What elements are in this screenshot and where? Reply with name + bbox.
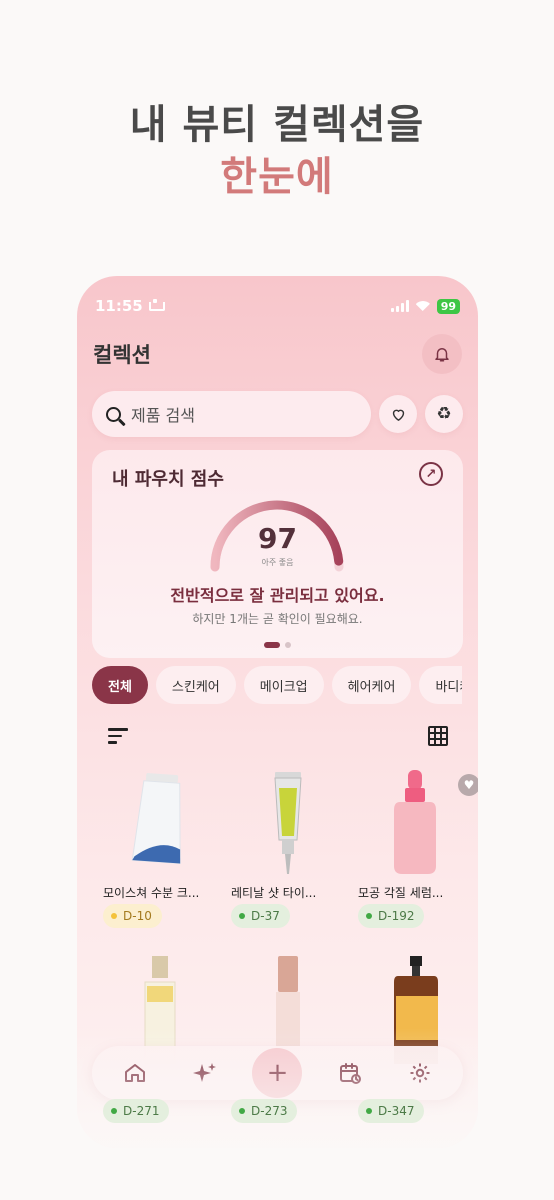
pouch-score-card[interactable]: 내 파우치 점수 ↗ 97 아주 좋음 전반적으로 잘 관리되고 있어요. 하지… <box>92 450 463 658</box>
product-image <box>229 768 347 876</box>
product-name: 레티날 샷 타이... <box>231 886 317 900</box>
expiry-label: D-271 <box>123 1104 160 1118</box>
sparkle-icon <box>192 1063 216 1082</box>
status-dot-icon <box>366 1108 372 1114</box>
status-dot-icon <box>366 913 372 919</box>
score-value: 97 <box>258 522 297 555</box>
page-title: 컬렉션 <box>93 343 151 367</box>
score-card-title: 내 파우치 점수 <box>112 469 224 490</box>
category-chips: 전체스킨케어메이크업헤어케어바디케어 <box>92 666 462 704</box>
expiry-badge: D-192 <box>358 904 425 928</box>
category-chip[interactable]: 바디케어 <box>419 666 462 704</box>
expiry-badge: D-37 <box>231 904 290 928</box>
arrow-up-right-icon[interactable]: ↗ <box>419 462 443 486</box>
calendar-icon <box>340 1063 362 1084</box>
status-dot-icon <box>239 913 245 919</box>
score-message: 전반적으로 잘 관리되고 있어요. <box>170 586 385 605</box>
expiry-label: D-273 <box>251 1104 288 1118</box>
search-row: 제품 검색 ♻ <box>92 391 463 437</box>
phone-screen: 11:55 99 컬렉션 제품 검색 ♻ 내 파우치 점수 ↗ 97 아주 좋음… <box>77 276 478 1148</box>
product-card[interactable]: 모이스쳐 수분 크... D-10 <box>101 768 219 938</box>
status-time: 11:55 <box>95 297 143 315</box>
expiry-badge: D-273 <box>231 1099 298 1123</box>
status-dot-icon <box>111 1108 117 1114</box>
recycle-button[interactable]: ♻ <box>425 395 463 433</box>
category-scroller[interactable]: 전체스킨케어메이크업헤어케어바디케어 <box>92 660 462 710</box>
sort-icon[interactable] <box>108 728 128 744</box>
expiry-badge: D-10 <box>103 904 162 928</box>
search-placeholder: 제품 검색 <box>131 406 195 425</box>
category-chip[interactable]: 메이크업 <box>243 666 324 704</box>
expiry-label: D-10 <box>123 909 152 923</box>
nav-settings[interactable] <box>398 1051 442 1095</box>
signal-icon <box>390 300 409 312</box>
search-icon <box>106 406 121 422</box>
headline-line-2: 한눈에 <box>220 154 334 200</box>
category-chip[interactable]: 헤어케어 <box>331 666 412 704</box>
expiry-label: D-192 <box>378 909 415 923</box>
favorite-heart-icon[interactable]: ♥ <box>458 774 478 796</box>
home-icon <box>124 1064 145 1082</box>
status-dot-icon <box>239 1108 245 1114</box>
bell-icon <box>435 348 449 362</box>
bottom-nav: + <box>92 1046 463 1100</box>
settings-icon <box>410 1063 430 1083</box>
expiry-badge: D-271 <box>103 1099 170 1123</box>
status-dot-icon <box>111 913 117 919</box>
grid-view-icon[interactable] <box>428 726 448 746</box>
battery-icon: 99 <box>436 298 460 314</box>
favorites-button[interactable] <box>379 395 417 433</box>
product-name: 모이스쳐 수분 크... <box>103 886 200 900</box>
heart-icon <box>392 409 404 421</box>
category-chip[interactable]: 전체 <box>92 666 148 704</box>
search-input[interactable]: 제품 검색 <box>92 391 371 437</box>
add-icon: + <box>266 1058 289 1088</box>
category-chip[interactable]: 스킨케어 <box>155 666 236 704</box>
wifi-icon <box>416 301 430 311</box>
nav-home[interactable] <box>113 1051 157 1095</box>
page-dot <box>264 642 280 648</box>
recycle-icon: ♻ <box>436 404 452 424</box>
nav-calendar[interactable] <box>328 1051 372 1095</box>
score-label: 아주 좋음 <box>261 558 294 567</box>
expiry-label: D-347 <box>378 1104 415 1118</box>
nav-sparkle[interactable] <box>183 1051 227 1095</box>
product-card[interactable]: 레티날 샷 타이... D-37 <box>229 768 347 938</box>
status-bar: 11:55 99 <box>95 296 460 316</box>
expiry-label: D-37 <box>251 909 280 923</box>
product-image <box>356 768 474 876</box>
sleep-icon <box>148 298 165 311</box>
app-bar: 컬렉션 <box>93 334 462 374</box>
product-name: 모공 각질 세럼... <box>358 886 444 900</box>
notification-button[interactable] <box>422 334 462 374</box>
score-note: 하지만 1개는 곧 확인이 필요해요. <box>192 612 363 626</box>
headline-line-1: 내 뷰티 컬렉션을 <box>129 102 425 148</box>
product-image <box>101 768 219 876</box>
page-indicator <box>92 642 463 648</box>
expiry-badge: D-347 <box>358 1099 425 1123</box>
add-button[interactable]: + <box>252 1048 303 1098</box>
product-card[interactable]: ♥ 모공 각질 세럼... D-192 <box>356 768 478 938</box>
page-dot <box>285 642 291 648</box>
